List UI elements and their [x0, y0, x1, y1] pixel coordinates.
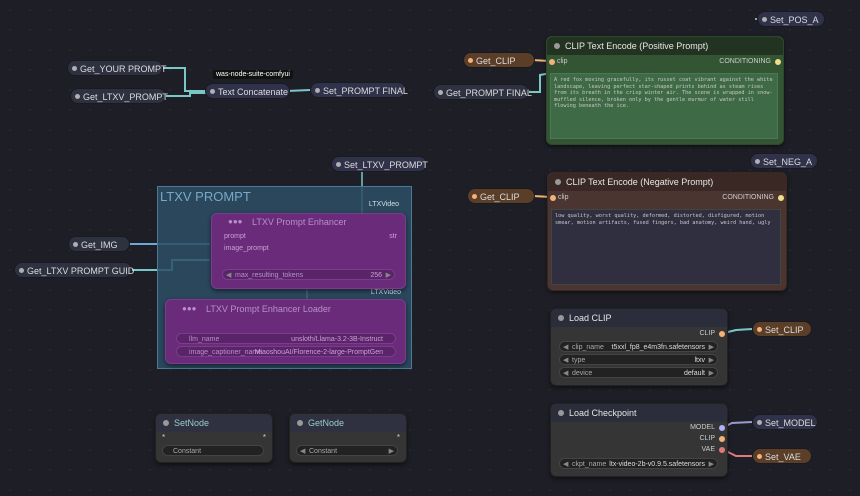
ckpt-name-widget[interactable]: ◀ ckpt_name ltx-video-2b-v0.9.5.safetensor… [559, 458, 718, 469]
ltxv-prompt-group[interactable]: LTXV PROMPT LTXVideo LTXVideo LTXV Promp… [157, 186, 412, 369]
set-vae-node[interactable]: Set_VAE [752, 448, 812, 464]
clip-neg-output[interactable]: CONDITIONING [722, 194, 774, 201]
text-concatenate-node[interactable]: Text Concatenate [205, 83, 290, 99]
captioner-widget[interactable]: image_captioner_name MiaoshouAI/Florence-… [176, 346, 396, 357]
set-ltxv-prompt-node[interactable]: Set_LTXV_PROMPT [331, 156, 428, 172]
link-vae [723, 449, 752, 457]
group-label-top: LTXVideo [368, 201, 399, 208]
loader-dots: ●●● [182, 304, 197, 313]
set-prompt-final-node[interactable]: Set_PROMPT FINAL [310, 82, 408, 98]
load-clip-output[interactable]: CLIP [699, 330, 715, 337]
clip-type-widget[interactable]: ◀ type ltxv ▶ [559, 354, 718, 365]
get-img-node[interactable]: Get_IMG [68, 236, 130, 252]
enhancer-dots: ●●● [228, 217, 243, 226]
load-clip-node[interactable]: Load CLIP CLIP ◀ clip_name t5xxl_fp8_e4m3f… [550, 308, 728, 386]
link-concat-out [286, 89, 311, 92]
vae-output-dot[interactable] [719, 447, 725, 453]
model-output-dot[interactable] [719, 425, 725, 431]
clip-pos-input-dot[interactable] [549, 59, 555, 65]
ltxv-enhancer-loader-node[interactable]: ●●● LTXV Prompt Enhancer Loader llm_name… [165, 299, 406, 364]
link-model [723, 421, 753, 428]
setnode-node[interactable]: SetNode * * Constant [155, 413, 273, 463]
link-ltxv-prompt [165, 92, 207, 97]
getnode-out[interactable]: * [397, 433, 400, 442]
getnode-node[interactable]: GetNode * ◀ Constant ▶ [289, 413, 407, 463]
get-ltxv-prompt-node[interactable]: Get_LTXV_PROMPT [70, 88, 168, 104]
clip-pos-output-dot[interactable] [775, 59, 781, 65]
enhancer-input-image[interactable]: image_prompt [224, 245, 269, 252]
clip-text-encode-negative-node[interactable]: CLIP Text Encode (Negative Prompt) clip … [547, 172, 787, 291]
getnode-constant-widget[interactable]: ◀ Constant ▶ [296, 445, 398, 456]
clip-text-encode-positive-node[interactable]: CLIP Text Encode (Positive Prompt) clip … [546, 36, 784, 145]
setnode-constant-widget[interactable]: Constant [162, 445, 264, 456]
get-clip-pos-node[interactable]: Get_CLIP [463, 52, 535, 68]
clip-neg-output-dot[interactable] [778, 195, 784, 201]
setnode-in[interactable]: * [162, 433, 165, 442]
clip-output-dot[interactable] [719, 436, 725, 442]
checkpoint-output-vae[interactable]: VAE [702, 446, 716, 453]
get-ltxv-prompt-guid-node[interactable]: Get_LTXV PROMPT GUID [14, 262, 134, 278]
link-load-clip [723, 328, 753, 334]
load-clip-title: Load CLIP [551, 309, 727, 327]
ltxv-prompt-enhancer-node[interactable]: LTXV Prompt Enhancer ●●● prompt image_pr… [211, 213, 406, 289]
getnode-title: GetNode [290, 414, 406, 432]
clip-neg-input[interactable]: clip [558, 194, 569, 201]
set-pos-a-node[interactable]: Set_POS_A [757, 11, 825, 27]
setnode-title: SetNode [156, 414, 272, 432]
positive-prompt-textarea[interactable]: A red fox moving gracefully, its russet … [550, 73, 778, 139]
clip-pos-input[interactable]: clip [557, 58, 568, 65]
llm-name-widget[interactable]: llm_name unsloth/Llama-3.2-3B-Instruct [176, 333, 396, 344]
load-checkpoint-title: Load Checkpoint [551, 404, 727, 422]
clip-name-widget[interactable]: ◀ clip_name t5xxl_fp8_e4m3fn.safetensors ▶ [559, 341, 718, 352]
clip-neg-title: CLIP Text Encode (Negative Prompt) [548, 173, 786, 191]
enhancer-title: LTXV Prompt Enhancer [252, 217, 347, 227]
set-clip-node[interactable]: Set_CLIP [752, 321, 812, 337]
clip-pos-title: CLIP Text Encode (Positive Prompt) [547, 37, 783, 55]
enhancer-output-str[interactable]: str [389, 233, 397, 240]
node-tooltip: was-node-suite-comfyui [213, 70, 293, 79]
load-clip-output-dot[interactable] [719, 331, 725, 337]
clip-device-widget[interactable]: ◀ device default ▶ [559, 367, 718, 378]
group-label-mid: LTXVideo [370, 289, 401, 296]
loader-title: LTXV Prompt Enhancer Loader [206, 304, 331, 314]
max-tokens-widget[interactable]: ◀ max_resulting_tokens 256 ▶ [222, 269, 395, 280]
link-your-prompt [160, 67, 207, 92]
set-neg-a-node[interactable]: Set_NEG_A [750, 153, 818, 169]
get-clip-neg-node[interactable]: Get_CLIP [467, 188, 535, 204]
checkpoint-output-clip[interactable]: CLIP [699, 435, 715, 442]
load-checkpoint-node[interactable]: Load Checkpoint MODEL CLIP VAE ◀ ckpt_nam… [550, 403, 728, 477]
get-your-prompt-node[interactable]: Get_YOUR PROMPT [67, 60, 167, 76]
checkpoint-output-model[interactable]: MODEL [690, 424, 715, 431]
setnode-out[interactable]: * [263, 433, 266, 442]
group-title: LTXV PROMPT [160, 189, 251, 204]
clip-pos-output[interactable]: CONDITIONING [719, 58, 771, 65]
get-prompt-final-node[interactable]: Get_PROMPT FINAL [433, 84, 532, 100]
negative-prompt-textarea[interactable]: low quality, worst quality, deformed, di… [551, 209, 781, 285]
enhancer-input-prompt[interactable]: prompt [224, 233, 246, 240]
set-model-node[interactable]: Set_MODEL [752, 414, 818, 430]
clip-neg-input-dot[interactable] [550, 195, 556, 201]
